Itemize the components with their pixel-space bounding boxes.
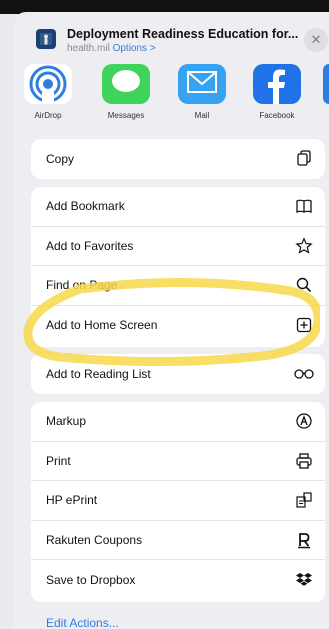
action-label: Save to Dropbox	[46, 572, 136, 587]
print-action[interactable]: Print	[31, 442, 325, 481]
book-icon	[293, 195, 315, 217]
next-app-tile-partial	[323, 64, 329, 104]
action-label: Rakuten Coupons	[46, 532, 143, 547]
page-title: Deployment Readiness Education for...	[67, 27, 299, 41]
app-label: Mail	[194, 111, 210, 120]
rakuten-icon	[293, 529, 315, 551]
close-button[interactable]: ✕	[304, 28, 328, 52]
markup-action[interactable]: Markup	[31, 402, 325, 442]
app-label: Messages	[107, 111, 145, 120]
extensions-group: Markup Print HP ePrint Rakuten Coupons S…	[31, 402, 325, 602]
copy-action[interactable]: Copy	[31, 139, 325, 179]
add-bookmark-action[interactable]: Add Bookmark	[31, 187, 325, 227]
site-domain: health.mil	[67, 43, 110, 54]
action-label: HP ePrint	[46, 493, 98, 508]
action-label: Add Bookmark	[46, 199, 125, 214]
save-to-dropbox-action[interactable]: Save to Dropbox	[31, 560, 325, 600]
messages-icon	[102, 64, 150, 104]
add-to-favorites-action[interactable]: Add to Favorites	[31, 227, 325, 266]
app-mail[interactable]: Mail	[172, 64, 232, 130]
dropbox-icon	[293, 568, 315, 590]
app-messages[interactable]: Messages	[96, 64, 156, 130]
markup-icon	[293, 410, 315, 432]
hp-eprint-icon	[293, 489, 315, 511]
facebook-icon	[253, 64, 301, 104]
app-label: Facebook	[259, 111, 295, 120]
share-header: Deployment Readiness Education for... he…	[14, 12, 329, 60]
mail-icon	[178, 64, 226, 104]
action-label: Print	[46, 453, 71, 468]
airdrop-icon	[24, 64, 72, 104]
rakuten-coupons-action[interactable]: Rakuten Coupons	[31, 521, 325, 560]
star-icon	[293, 235, 315, 257]
app-airdrop[interactable]: AirDrop	[18, 64, 78, 130]
close-icon: ✕	[310, 32, 322, 47]
printer-icon	[293, 450, 315, 472]
highlight-annotation	[23, 277, 320, 367]
options-link[interactable]: Options >	[113, 43, 156, 54]
site-favicon-icon	[36, 29, 56, 49]
edit-actions-link[interactable]: Edit Actions...	[46, 616, 119, 629]
action-label: Markup	[46, 414, 87, 429]
app-label: AirDrop	[34, 111, 62, 120]
page-subtitle: health.mil Options >	[67, 43, 156, 54]
hp-eprint-action[interactable]: HP ePrint	[31, 481, 325, 521]
copy-icon	[293, 147, 315, 169]
share-apps-row: AirDrop Messages Mail Facebook	[14, 64, 329, 132]
copy-group: Copy	[31, 139, 325, 179]
action-label: Copy	[46, 151, 75, 166]
app-facebook[interactable]: Facebook	[247, 64, 307, 130]
action-label: Add to Favorites	[46, 238, 134, 253]
